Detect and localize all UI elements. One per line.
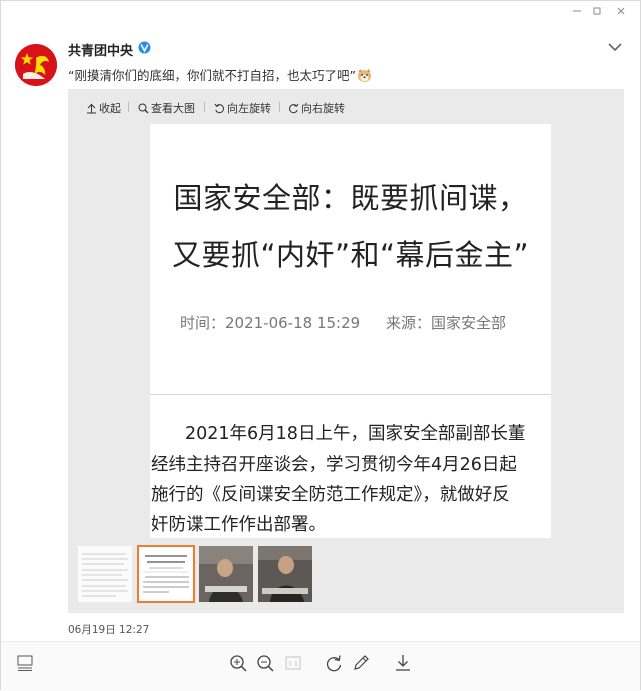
rotate-left-label: 向左旋转 bbox=[227, 102, 271, 115]
actual-size-icon bbox=[282, 652, 304, 674]
username[interactable]: 共青团中央 bbox=[68, 40, 133, 59]
toolbar-divider bbox=[204, 102, 205, 112]
verified-badge-icon bbox=[138, 41, 151, 54]
toolbar-divider bbox=[279, 102, 280, 112]
title-bar bbox=[1, 1, 640, 25]
article-title-line: 又要抓“内奸”和“幕后金主” bbox=[171, 238, 530, 272]
zoom-in-icon[interactable] bbox=[227, 652, 249, 674]
layout-icon[interactable] bbox=[14, 652, 36, 674]
chevron-down-icon[interactable] bbox=[607, 41, 623, 53]
collapse-label: 收起 bbox=[99, 102, 121, 115]
article-paragraph-line: 2021年6月18日上午，国家安全部副部长董 bbox=[185, 424, 526, 444]
image-toolbar: 收起 查看大图 向左旋转 向右旋转 bbox=[68, 89, 624, 125]
maximize-icon[interactable] bbox=[587, 3, 607, 21]
minimize-icon[interactable] bbox=[567, 3, 587, 21]
image-viewer-window: 共青团中央 “刚摸清你们的底细，你们就不打自招，也太巧了吧” 收起 查看大图 向… bbox=[0, 0, 641, 691]
edit-icon[interactable] bbox=[350, 652, 372, 674]
flag-avatar-icon bbox=[15, 44, 57, 86]
rotate-right-label: 向右旋转 bbox=[301, 102, 345, 115]
article-paragraph-line: 经纬主持召开座谈会，学习贯彻今年4月26日起 bbox=[151, 455, 517, 475]
footer-toolbar bbox=[1, 641, 640, 691]
rotate-right-button[interactable]: 向右旋转 bbox=[288, 100, 345, 116]
view-large-label: 查看大图 bbox=[151, 102, 195, 115]
close-icon[interactable] bbox=[611, 3, 631, 21]
rotate-left-icon bbox=[214, 103, 224, 113]
magnifier-icon bbox=[138, 103, 149, 113]
avatar[interactable] bbox=[15, 44, 57, 86]
download-icon[interactable] bbox=[392, 652, 414, 674]
article-image[interactable]: 国家安全部：既要抓间谍， 又要抓“内奸”和“幕后金主” 时间：2021-06-1… bbox=[150, 124, 551, 538]
toolbar-divider bbox=[128, 102, 129, 112]
rotate-right-icon bbox=[289, 103, 299, 113]
doge-emoji-icon bbox=[357, 69, 372, 82]
post-date: 06月19日 12:27 bbox=[68, 624, 150, 636]
thumbnail[interactable] bbox=[258, 546, 312, 602]
collapse-button[interactable]: 收起 bbox=[86, 100, 121, 116]
collapse-icon bbox=[87, 103, 96, 113]
article-divider bbox=[150, 394, 551, 395]
thumbnail-active[interactable] bbox=[137, 545, 195, 603]
article-title-line: 国家安全部：既要抓间谍， bbox=[173, 181, 528, 215]
rotate-left-button[interactable]: 向左旋转 bbox=[214, 100, 271, 116]
zoom-out-icon[interactable] bbox=[254, 652, 276, 674]
article-source: 来源：国家安全部 bbox=[386, 314, 507, 332]
article-paragraph-line: 奸防谍工作作出部署。 bbox=[151, 515, 326, 535]
article-paragraph-line: 施行的《反间谍安全防范工作规定》，就做好反 bbox=[151, 485, 510, 505]
rotate-icon[interactable] bbox=[323, 652, 345, 674]
article-time: 时间：2021-06-18 15:29 bbox=[180, 314, 361, 332]
caption-text: “刚摸清你们的底细，你们就不打自招，也太巧了吧” bbox=[68, 68, 356, 83]
thumbnail[interactable] bbox=[199, 546, 253, 602]
media-card: 收起 查看大图 向左旋转 向右旋转 国家安全部：既要抓间谍， 又要抓“内奸”和“… bbox=[68, 89, 624, 613]
thumbnail[interactable] bbox=[78, 546, 132, 602]
view-large-button[interactable]: 查看大图 bbox=[138, 100, 195, 116]
post-caption: “刚摸清你们的底细，你们就不打自招，也太巧了吧” bbox=[68, 65, 372, 84]
